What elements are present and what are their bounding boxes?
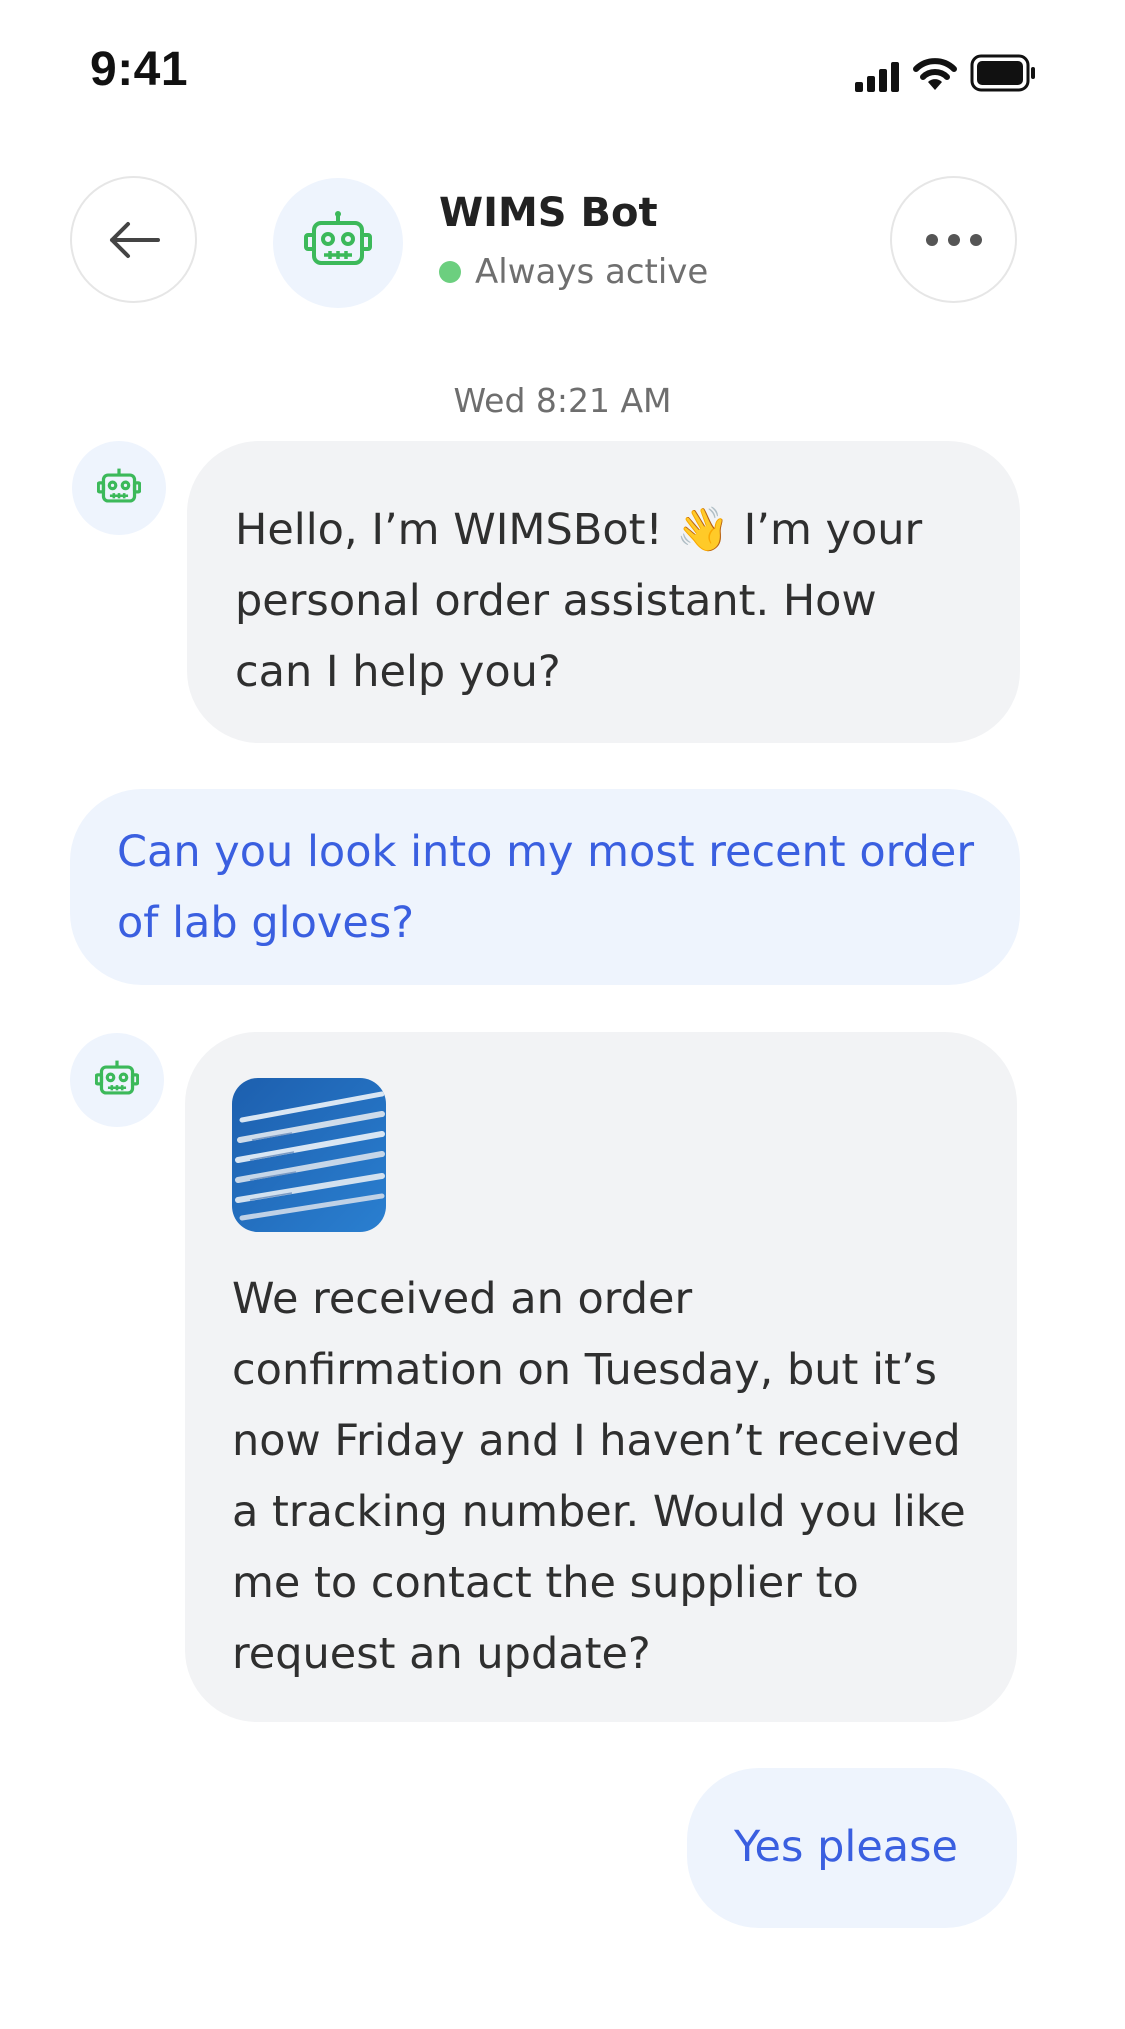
user-message-text: Can you look into my most recent order o… xyxy=(117,827,974,948)
bot-avatar xyxy=(273,178,403,308)
more-options-button[interactable] xyxy=(890,176,1017,303)
robot-icon xyxy=(97,468,141,503)
online-status-dot xyxy=(439,261,461,283)
status-icons xyxy=(855,54,1075,100)
robot-icon xyxy=(95,1060,139,1095)
bot-message-avatar xyxy=(72,441,166,535)
robot-icon xyxy=(304,211,372,265)
bot-status: Always active xyxy=(439,252,708,292)
user-message-bubble: Yes please xyxy=(687,1768,1017,1928)
status-time: 9:41 xyxy=(90,43,189,96)
bot-message-text: Hello, I’m WIMSBot! 👋 I’m your personal … xyxy=(235,505,923,697)
bot-message-avatar xyxy=(70,1033,164,1127)
battery-icon xyxy=(970,54,1035,92)
arrow-left-icon xyxy=(109,221,160,258)
conversation-timestamp: Wed 8:21 AM xyxy=(453,381,672,420)
bot-message-text: We received an order confirmation on Tue… xyxy=(232,1274,966,1679)
lab-pipettes-image[interactable] xyxy=(232,1078,386,1232)
cellular-signal-icon xyxy=(855,62,899,92)
ellipsis-icon xyxy=(925,233,982,246)
wifi-icon xyxy=(913,58,957,90)
status-text: Always active xyxy=(475,252,709,292)
bot-message-bubble: We received an order confirmation on Tue… xyxy=(185,1032,1017,1722)
bot-message-bubble: Hello, I’m WIMSBot! 👋 I’m your personal … xyxy=(187,441,1020,743)
user-message-text: Yes please xyxy=(734,1822,958,1872)
user-message-bubble: Can you look into my most recent order o… xyxy=(70,789,1020,985)
bot-name: WIMS Bot xyxy=(439,190,658,236)
back-button[interactable] xyxy=(70,176,197,303)
